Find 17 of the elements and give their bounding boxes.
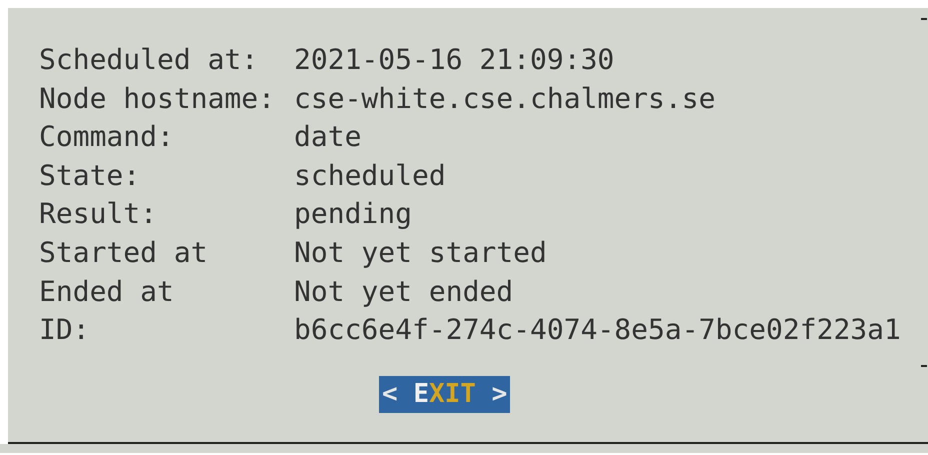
exit-button[interactable]: < EXIT > — [379, 376, 510, 413]
field-label: Started at — [39, 234, 208, 271]
field-label: Scheduled at: — [39, 42, 258, 78]
field-value: 2021-05-16 21:09:30 — [294, 42, 614, 78]
field-value: date — [294, 119, 362, 156]
field-label: Ended at — [39, 274, 174, 310]
field-value: b6cc6e4f-274c-4074-8e5a-7bce02f223a1 — [294, 312, 901, 348]
field-value: pending — [294, 196, 412, 232]
field-label: ID: — [39, 312, 90, 348]
field-label: Node hostname: — [39, 80, 276, 117]
field-label: Result: — [39, 196, 158, 232]
field-label: State: — [39, 158, 140, 194]
field-label: Command: — [39, 119, 174, 156]
field-value: Not yet ended — [294, 274, 514, 310]
field-value: scheduled — [294, 158, 446, 194]
field-value: Not yet started — [294, 234, 547, 271]
field-value: cse-white.cse.chalmers.se — [294, 80, 716, 117]
